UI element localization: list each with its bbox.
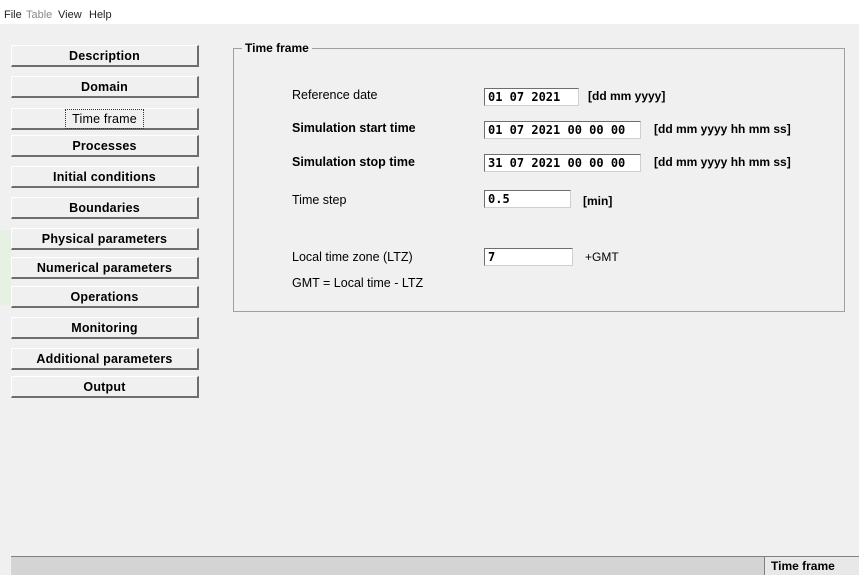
nav-numerical-parameters-button[interactable]: Numerical parameters (11, 257, 199, 279)
nav-physical-parameters-label: Physical parameters (41, 231, 168, 246)
nav-processes-button[interactable]: Processes (11, 135, 199, 157)
time-step-field[interactable]: 0.5 (484, 190, 571, 208)
nav-output-label: Output (83, 379, 126, 394)
stop-time-unit: [dd mm yyyy hh mm ss] (654, 155, 791, 169)
ltz-label: Local time zone (LTZ) (292, 250, 413, 264)
reference-date-label: Reference date (292, 88, 378, 102)
nav-processes-label: Processes (72, 138, 137, 153)
nav-initial-conditions-label: Initial conditions (53, 169, 156, 184)
nav-physical-parameters-button[interactable]: Physical parameters (11, 228, 199, 250)
nav-time-frame-label: Time frame (65, 108, 144, 129)
nav-domain-button[interactable]: Domain (11, 76, 199, 98)
nav-boundaries-label: Boundaries (69, 200, 140, 215)
nav-operations-label: Operations (70, 289, 139, 304)
gmt-note: GMT = Local time - LTZ (292, 276, 424, 290)
start-time-field[interactable]: 01 07 2021 00 00 00 (484, 121, 641, 139)
reference-date-unit: [dd mm yyyy] (588, 89, 666, 103)
stop-time-field[interactable]: 31 07 2021 00 00 00 (484, 154, 641, 172)
stop-time-label: Simulation stop time (292, 155, 415, 169)
reference-date-field[interactable]: 01 07 2021 (484, 88, 579, 106)
menu-help[interactable]: Help (89, 9, 112, 21)
nav-monitoring-label: Monitoring (71, 320, 138, 335)
nav-monitoring-button[interactable]: Monitoring (11, 317, 199, 339)
ltz-field[interactable]: 7 (484, 248, 573, 266)
nav-boundaries-button[interactable]: Boundaries (11, 197, 199, 219)
nav-initial-conditions-button[interactable]: Initial conditions (11, 166, 199, 188)
start-time-unit: [dd mm yyyy hh mm ss] (654, 122, 791, 136)
nav-description-label: Description (69, 48, 140, 63)
menu-view[interactable]: View (58, 9, 82, 21)
time-step-label: Time step (292, 193, 347, 207)
nav-output-button[interactable]: Output (11, 376, 199, 398)
nav-numerical-parameters-label: Numerical parameters (36, 260, 173, 275)
nav-description-button[interactable]: Description (11, 45, 199, 67)
nav-time-frame-button[interactable]: Time frame (11, 108, 199, 130)
nav-additional-parameters-button[interactable]: Additional parameters (11, 348, 199, 370)
status-panel-section: Time frame (764, 557, 859, 575)
nav-operations-button[interactable]: Operations (11, 286, 199, 308)
status-bar: Time frame (11, 556, 859, 575)
time-step-unit: [min] (583, 194, 613, 208)
nav-additional-parameters-label: Additional parameters (36, 351, 173, 366)
menu-file[interactable]: File (4, 9, 22, 21)
menu-bar: File Table View Help (0, 0, 859, 24)
nav-domain-label: Domain (80, 79, 129, 94)
menu-table[interactable]: Table (26, 9, 52, 21)
start-time-label: Simulation start time (292, 121, 416, 135)
time-frame-group-title: Time frame (242, 41, 312, 55)
background-decoration (0, 230, 11, 305)
ltz-unit: +GMT (585, 250, 619, 264)
